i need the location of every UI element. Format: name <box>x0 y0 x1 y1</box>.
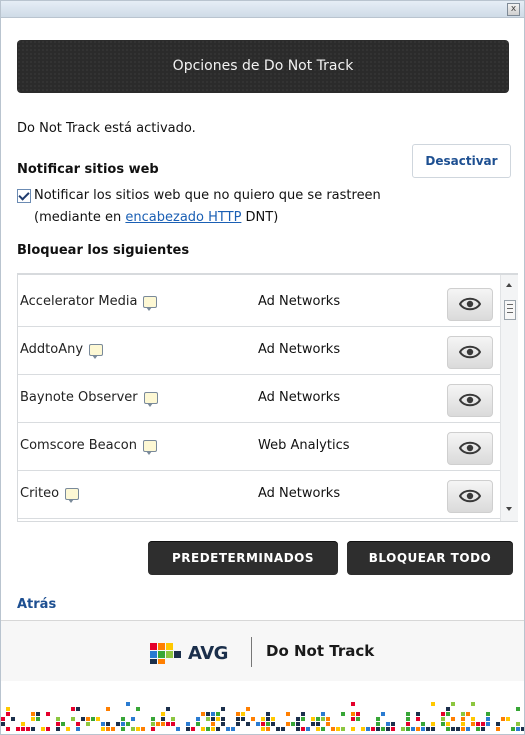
eye-toggle-button[interactable] <box>447 336 493 369</box>
eye-icon <box>459 393 481 407</box>
comment-icon[interactable] <box>89 343 104 359</box>
scroll-thumb[interactable] <box>504 300 516 320</box>
list-scrollbar[interactable] <box>500 275 518 521</box>
tracker-name: Baynote Observer <box>20 390 158 407</box>
deactivate-button[interactable]: Desactivar <box>412 144 511 178</box>
tracker-name: AddtoAny <box>20 342 104 359</box>
tracker-category: Ad Networks <box>258 486 341 501</box>
notify-description: (mediante en encabezado HTTP DNT) <box>34 210 278 225</box>
notify-desc-suffix: DNT) <box>241 210 279 225</box>
eye-icon <box>459 345 481 359</box>
tracker-category: Ad Networks <box>258 294 341 309</box>
footer: AVG Do Not Track <box>1 621 524 681</box>
notify-desc-prefix: (mediante en <box>34 210 126 225</box>
list-item: Comscore Beacon Web Analytics <box>18 423 500 471</box>
tracker-name: Comscore Beacon <box>20 438 157 455</box>
comment-icon[interactable] <box>143 295 158 311</box>
block-section-title: Bloquear los siguientes <box>17 243 190 258</box>
decorative-pixel-pattern <box>1 683 524 733</box>
list-item: Accelerator Media Ad Networks <box>18 279 500 327</box>
avg-logo: AVG <box>148 640 228 666</box>
brand-name: AVG <box>188 642 228 664</box>
comment-icon[interactable] <box>143 391 158 407</box>
notify-checkbox-label: Notificar los sitios web que no quiero q… <box>34 188 381 203</box>
comment-icon[interactable] <box>65 487 80 503</box>
page-title: Opciones de Do Not Track <box>172 58 354 74</box>
tracker-name-text: Baynote Observer <box>20 390 138 405</box>
page-header: Opciones de Do Not Track <box>17 40 509 93</box>
avg-logo-icon <box>150 643 181 664</box>
tracker-name-text: Comscore Beacon <box>20 438 137 453</box>
eye-icon <box>459 441 481 455</box>
list-item: Baynote Observer Ad Networks <box>18 375 500 423</box>
tracker-category: Ad Networks <box>258 390 341 405</box>
list-item: AddtoAny Ad Networks <box>18 327 500 375</box>
tracker-name: Accelerator Media <box>20 294 158 311</box>
scroll-up-arrow-icon[interactable] <box>506 283 512 287</box>
tracker-name-text: Accelerator Media <box>20 294 138 309</box>
block-all-button[interactable]: BLOQUEAR TODO <box>347 541 513 575</box>
tracker-name: Criteo <box>20 486 80 503</box>
notify-checkbox-row: Notificar los sitios web que no quiero q… <box>17 188 381 203</box>
eye-icon <box>459 297 481 311</box>
tracker-list: Accelerator Media Ad Networks AddtoAny A… <box>17 273 518 522</box>
eye-icon <box>459 489 481 503</box>
eye-toggle-button[interactable] <box>447 432 493 465</box>
defaults-button[interactable]: PREDETERMINADOS <box>148 541 338 575</box>
comment-icon[interactable] <box>142 439 157 455</box>
eye-toggle-button[interactable] <box>447 288 493 321</box>
back-link[interactable]: Atrás <box>17 597 56 612</box>
footer-separator <box>251 637 252 667</box>
http-header-link[interactable]: encabezado HTTP <box>125 210 241 225</box>
tracker-category: Web Analytics <box>258 438 350 453</box>
title-bar: x <box>1 1 524 18</box>
tracker-category: Ad Networks <box>258 342 341 357</box>
notify-section-title: Notificar sitios web <box>17 162 159 177</box>
tracker-name-text: AddtoAny <box>20 342 84 357</box>
eye-toggle-button[interactable] <box>447 384 493 417</box>
status-text: Do Not Track está activado. <box>17 121 196 136</box>
eye-toggle-button[interactable] <box>447 480 493 513</box>
close-icon[interactable]: x <box>507 3 520 16</box>
notify-checkbox[interactable] <box>17 188 31 203</box>
product-name: Do Not Track <box>266 642 375 660</box>
scroll-down-arrow-icon[interactable] <box>506 507 512 511</box>
list-item: Criteo Ad Networks <box>18 471 500 519</box>
tracker-name-text: Criteo <box>20 486 60 501</box>
